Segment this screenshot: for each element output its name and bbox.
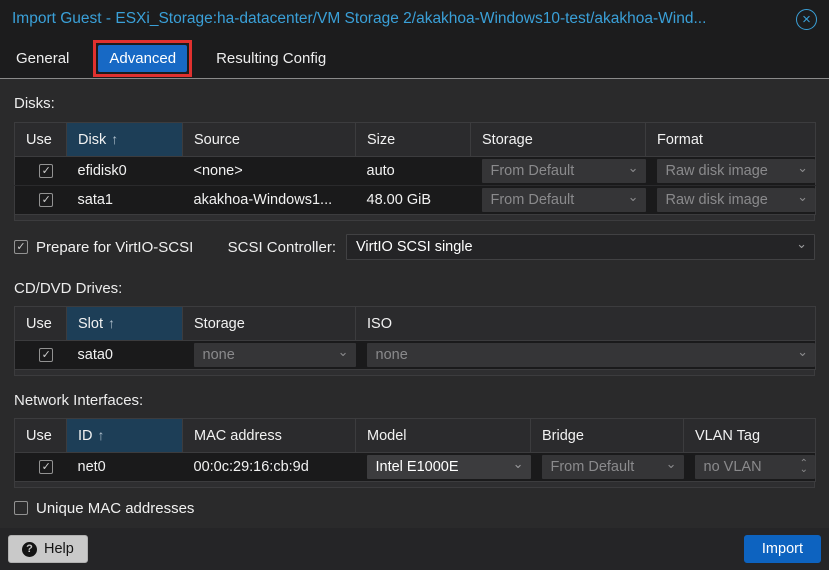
cddvd-column-storage[interactable]: Storage — [183, 307, 356, 341]
virtio-scsi-row: ✓ Prepare for VirtIO-SCSI SCSI Controlle… — [14, 234, 815, 260]
disk-size-cell: auto — [356, 157, 471, 186]
tab-advanced[interactable]: Advanced — [98, 45, 187, 72]
network-column-id[interactable]: ID ↑ — [67, 419, 183, 453]
dialog-titlebar: Import Guest - ESXi_Storage:ha-datacente… — [0, 0, 829, 38]
cd-iso-value: none — [376, 347, 408, 363]
network-row-net0: ✓ net0 00:0c:29:16:cb:9d Intel E1000E⌄ F… — [15, 453, 816, 482]
disk-size-cell: 48.00 GiB — [356, 186, 471, 215]
cddvd-column-use[interactable]: Use — [15, 307, 67, 341]
disks-column-size[interactable]: Size — [356, 123, 471, 157]
sort-ascending-icon: ↑ — [98, 427, 105, 443]
import-button[interactable]: Import — [744, 535, 821, 563]
network-column-vlan[interactable]: VLAN Tag — [684, 419, 816, 453]
column-label: Slot — [78, 316, 103, 332]
disks-header-row: Use Disk ↑ Source Size Storage Format — [15, 123, 816, 157]
scsi-controller-value: VirtIO SCSI single — [356, 239, 473, 255]
dialog-title: Import Guest - ESXi_Storage:ha-datacente… — [12, 10, 788, 28]
help-question-icon: ? — [22, 542, 37, 557]
network-bridge-select: From Default⌄ — [542, 455, 684, 479]
cd-storage-select: none⌄ — [194, 343, 356, 367]
cddvd-slot-cell: sata0 — [67, 341, 183, 370]
disks-section-label: Disks: — [14, 95, 815, 113]
disks-column-source[interactable]: Source — [183, 123, 356, 157]
prepare-virtio-label: Prepare for VirtIO-SCSI — [36, 239, 193, 256]
network-model-value: Intel E1000E — [376, 459, 459, 475]
network-id-cell: net0 — [67, 453, 183, 482]
network-vlan-spinner: no VLAN ⌃⌄ — [695, 455, 816, 479]
disk-source-cell: akakhoa-Windows1... — [183, 186, 356, 215]
red-annotation-box: Advanced — [93, 40, 192, 77]
unique-mac-checkbox[interactable] — [14, 501, 28, 515]
tab-general[interactable]: General — [14, 45, 71, 72]
disk-name-cell: efidisk0 — [67, 157, 183, 186]
column-label: Disk — [78, 132, 106, 148]
network-vlan-value: no VLAN — [704, 459, 762, 475]
network-table: Use ID ↑ MAC address Model Bridge VLAN Ta… — [14, 418, 816, 482]
dialog-footer: ? Help Import — [0, 528, 829, 570]
use-checkbox[interactable]: ✓ — [39, 164, 53, 178]
network-header-row: Use ID ↑ MAC address Model Bridge VLAN Ta… — [15, 419, 816, 453]
network-table-scrollbar — [14, 482, 815, 488]
scsi-controller-select[interactable]: VirtIO SCSI single⌄ — [346, 234, 815, 260]
network-column-use[interactable]: Use — [15, 419, 67, 453]
close-icon[interactable]: × — [796, 9, 817, 30]
advanced-tab-panel: Disks: Use Disk ↑ Source Size Storage For… — [0, 95, 829, 517]
use-checkbox[interactable]: ✓ — [39, 193, 53, 207]
use-checkbox[interactable]: ✓ — [39, 348, 53, 362]
disks-column-disk[interactable]: Disk ↑ — [67, 123, 183, 157]
sort-ascending-icon: ↑ — [108, 315, 115, 331]
disk-source-cell: <none> — [183, 157, 356, 186]
cddvd-table-scrollbar — [14, 370, 815, 376]
disk-row-efidisk0: ✓ efidisk0 <none> auto From Default⌄ Raw… — [15, 157, 816, 186]
cddvd-section-label: CD/DVD Drives: — [14, 280, 815, 298]
help-button-label: Help — [44, 541, 74, 557]
number-spinner-icon: ⌃⌄ — [800, 461, 808, 473]
unique-mac-row: Unique MAC addresses — [14, 499, 815, 517]
storage-select: From Default⌄ — [482, 159, 646, 183]
tab-resulting-config[interactable]: Resulting Config — [214, 45, 328, 72]
disks-column-use[interactable]: Use — [15, 123, 67, 157]
network-model-select[interactable]: Intel E1000E⌄ — [367, 455, 531, 479]
format-select: Raw disk image⌄ — [657, 159, 816, 183]
network-column-bridge[interactable]: Bridge — [531, 419, 684, 453]
prepare-virtio-checkbox[interactable]: ✓ — [14, 240, 28, 254]
unique-mac-label: Unique MAC addresses — [36, 500, 194, 517]
storage-select-value: From Default — [491, 192, 575, 208]
spinner-down-icon: ⌄ — [800, 467, 808, 473]
network-section-label: Network Interfaces: — [14, 392, 815, 410]
disks-column-storage[interactable]: Storage — [471, 123, 646, 157]
column-label: ID — [78, 428, 93, 444]
close-glyph: × — [802, 12, 811, 27]
storage-select: From Default⌄ — [482, 188, 646, 212]
cddvd-column-slot[interactable]: Slot ↑ — [67, 307, 183, 341]
cd-storage-value: none — [203, 347, 235, 363]
disk-name-cell: sata1 — [67, 186, 183, 215]
disks-table: Use Disk ↑ Source Size Storage Format ✓ e… — [14, 122, 816, 215]
help-button[interactable]: ? Help — [8, 535, 88, 563]
network-column-mac[interactable]: MAC address — [183, 419, 356, 453]
tab-bar: General Advanced Resulting Config — [0, 38, 829, 79]
sort-ascending-icon: ↑ — [111, 131, 118, 147]
cddvd-row-sata0: ✓ sata0 none⌄ none⌄ — [15, 341, 816, 370]
scsi-controller-field: SCSI Controller: VirtIO SCSI single⌄ — [228, 234, 815, 260]
network-mac-cell: 00:0c:29:16:cb:9d — [183, 453, 356, 482]
disks-table-scrollbar — [14, 215, 815, 221]
network-bridge-value: From Default — [551, 459, 635, 475]
disk-row-sata1: ✓ sata1 akakhoa-Windows1... 48.00 GiB Fr… — [15, 186, 816, 215]
cd-iso-select: none⌄ — [367, 343, 816, 367]
scsi-controller-label: SCSI Controller: — [228, 239, 336, 256]
network-column-model[interactable]: Model — [356, 419, 531, 453]
storage-select-value: From Default — [491, 163, 575, 179]
cddvd-header-row: Use Slot ↑ Storage ISO — [15, 307, 816, 341]
disks-column-format[interactable]: Format — [646, 123, 816, 157]
format-select-value: Raw disk image — [666, 192, 768, 208]
cddvd-table: Use Slot ↑ Storage ISO ✓ sata0 none⌄ none… — [14, 306, 816, 370]
format-select-value: Raw disk image — [666, 163, 768, 179]
import-guest-dialog: Import Guest - ESXi_Storage:ha-datacente… — [0, 0, 829, 517]
cddvd-column-iso[interactable]: ISO — [356, 307, 816, 341]
use-checkbox[interactable]: ✓ — [39, 460, 53, 474]
format-select: Raw disk image⌄ — [657, 188, 816, 212]
